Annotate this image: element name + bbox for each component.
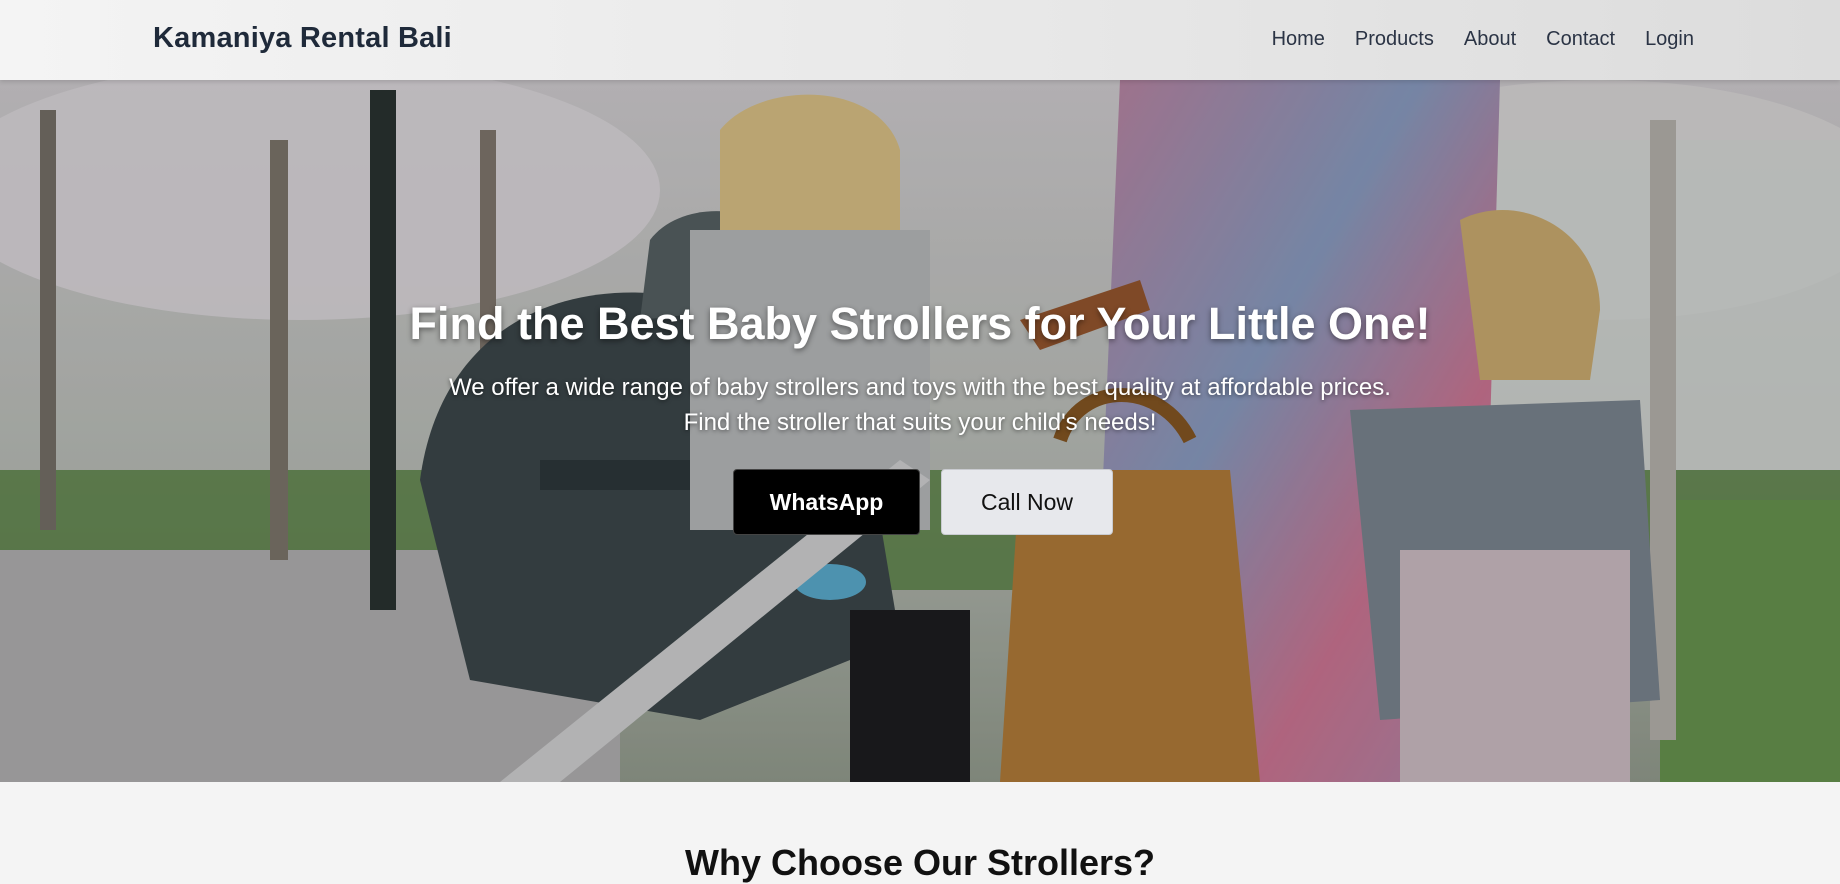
call-now-button[interactable]: Call Now	[941, 469, 1113, 535]
hero-content: Find the Best Baby Strollers for Your Li…	[0, 80, 1840, 782]
nav-products-link[interactable]: Products	[1355, 28, 1434, 51]
nav-about-link[interactable]: About	[1464, 28, 1516, 51]
navbar: Kamaniya Rental Bali Home Products About…	[0, 0, 1840, 80]
main-nav: Home Products About Contact Login	[1272, 28, 1694, 51]
hero-section: Find the Best Baby Strollers for Your Li…	[0, 80, 1840, 782]
nav-home-link[interactable]: Home	[1272, 28, 1325, 51]
nav-login-link[interactable]: Login	[1645, 28, 1694, 51]
nav-contact-link[interactable]: Contact	[1546, 28, 1615, 51]
hero-title: Find the Best Baby Strollers for Your Li…	[409, 298, 1431, 349]
brand-logo-text[interactable]: Kamaniya Rental Bali	[153, 22, 452, 55]
whatsapp-button[interactable]: WhatsApp	[733, 469, 920, 535]
hero-description: We offer a wide range of baby strollers …	[449, 374, 1391, 436]
features-section-title: Why Choose Our Strollers?	[684, 842, 1156, 883]
